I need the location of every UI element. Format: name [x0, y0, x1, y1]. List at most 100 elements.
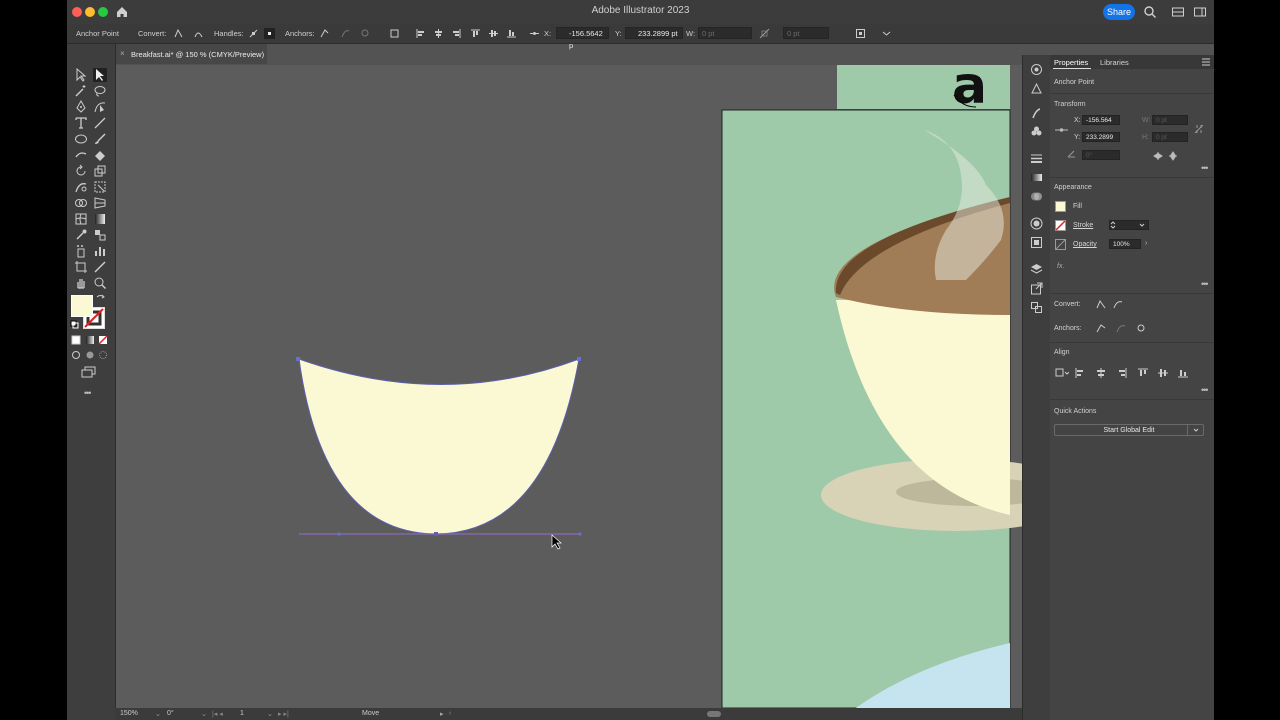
- zoom-dropdown-icon[interactable]: ⌄: [155, 710, 161, 718]
- convert-to-corner-icon[interactable]: [1096, 299, 1106, 309]
- align-right-icon[interactable]: [1117, 368, 1127, 378]
- artboards-panel-icon[interactable]: [1030, 301, 1043, 314]
- align-vertical-center-icon[interactable]: [488, 28, 499, 39]
- stroke-weight-dropdown-icon[interactable]: [1139, 222, 1145, 228]
- selected-bowl-shape[interactable]: [298, 358, 580, 535]
- rotate-tool-icon[interactable]: [74, 164, 88, 178]
- connect-anchors-icon[interactable]: [340, 28, 351, 39]
- none-mode-icon[interactable]: [98, 335, 108, 345]
- hand-tool-icon[interactable]: [74, 276, 88, 290]
- gradient-mode-icon[interactable]: [85, 335, 95, 345]
- shaper-tool-icon[interactable]: [74, 148, 88, 162]
- constrain-proportions-icon[interactable]: [759, 28, 770, 39]
- cut-path-icon[interactable]: [360, 28, 371, 39]
- convert-to-corner-icon[interactable]: [173, 28, 184, 39]
- artboard-number[interactable]: 1: [240, 710, 244, 717]
- fill-swatch[interactable]: [71, 295, 93, 317]
- direct-selection-tool-icon[interactable]: [93, 68, 107, 82]
- symbols-icon[interactable]: [1030, 125, 1043, 138]
- document-tab[interactable]: × Breakfast.ai* @ 150 % (CMYK/Preview): [115, 44, 267, 64]
- align-bottom-icon[interactable]: [1178, 368, 1188, 378]
- stroke-color-swatch[interactable]: [1055, 220, 1066, 231]
- convert-to-smooth-icon[interactable]: [193, 28, 204, 39]
- y-field[interactable]: 233.2899 pt: [625, 27, 683, 39]
- edit-toolbar-icon[interactable]: •••: [84, 388, 92, 398]
- panel-menu-icon[interactable]: [1202, 58, 1210, 66]
- status-menu-icon[interactable]: ▸: [440, 710, 444, 718]
- opacity-field[interactable]: 100%: [1109, 239, 1141, 249]
- default-fill-stroke-icon[interactable]: [70, 320, 79, 329]
- zoom-level[interactable]: 150%: [120, 710, 138, 717]
- first-artboard-icon[interactable]: |◂ ◂: [212, 710, 223, 718]
- mesh-tool-icon[interactable]: [74, 212, 88, 226]
- draw-normal-icon[interactable]: [71, 350, 81, 360]
- workspace-switcher-icon[interactable]: [1193, 5, 1207, 19]
- global-edit-options-dropdown[interactable]: [1187, 424, 1204, 436]
- horizontal-scroll-thumb[interactable]: [707, 711, 721, 717]
- perspective-grid-tool-icon[interactable]: [93, 196, 107, 210]
- connect-anchors-icon[interactable]: [1116, 323, 1126, 333]
- handle-point-right[interactable]: [578, 532, 582, 536]
- tab-properties[interactable]: Properties: [1054, 58, 1088, 67]
- blend-tool-icon[interactable]: [93, 228, 107, 242]
- start-global-edit-button[interactable]: Start Global Edit: [1054, 424, 1204, 436]
- opacity-dropdown-icon[interactable]: ›: [1145, 240, 1147, 247]
- color-mode-icon[interactable]: [71, 335, 81, 345]
- warp-tool-icon[interactable]: [74, 180, 88, 194]
- constrain-proportions-icon[interactable]: [1194, 124, 1204, 134]
- zoom-tool-icon[interactable]: [93, 276, 107, 290]
- more-options-icon[interactable]: [881, 28, 892, 39]
- remove-anchor-icon[interactable]: [319, 28, 330, 39]
- stroke-weight-stepper-icon[interactable]: [1110, 221, 1116, 229]
- eyedropper-tool-icon[interactable]: [74, 228, 88, 242]
- transform-w-field[interactable]: 0 pt: [1152, 115, 1188, 125]
- artboard-letter[interactable]: a: [952, 65, 987, 116]
- artboard-dropdown-icon[interactable]: ⌄: [267, 710, 273, 718]
- draw-behind-icon[interactable]: [85, 350, 95, 360]
- hide-handles-icon[interactable]: [264, 28, 275, 39]
- layers-icon[interactable]: [1030, 263, 1043, 276]
- align-top-icon[interactable]: [470, 28, 481, 39]
- convert-to-smooth-icon[interactable]: [1113, 299, 1123, 309]
- color-guide-icon[interactable]: [1030, 82, 1043, 95]
- lasso-tool-icon[interactable]: [93, 84, 107, 98]
- selection-tool-icon[interactable]: [74, 68, 88, 82]
- column-graph-tool-icon[interactable]: [93, 244, 107, 258]
- shape-builder-tool-icon[interactable]: [74, 196, 88, 210]
- opacity-label[interactable]: Opacity: [1073, 241, 1097, 248]
- show-handles-icon[interactable]: [248, 28, 259, 39]
- rotate-angle-field[interactable]: 0°: [1082, 150, 1120, 160]
- artboard-tool-icon[interactable]: [74, 260, 88, 274]
- swap-fill-stroke-icon[interactable]: [96, 294, 105, 303]
- transform-y-field[interactable]: 233.2899: [1082, 132, 1120, 142]
- draw-inside-icon[interactable]: [98, 350, 108, 360]
- align-horizontal-center-icon[interactable]: [433, 28, 444, 39]
- anchor-point-right[interactable]: [577, 357, 581, 361]
- isolate-object-icon[interactable]: [855, 28, 866, 39]
- reference-point-icon[interactable]: [529, 28, 540, 39]
- line-segment-tool-icon[interactable]: [93, 116, 107, 130]
- align-to-selection-icon[interactable]: [1055, 368, 1069, 378]
- type-tool-icon[interactable]: [74, 116, 88, 130]
- scroll-left-icon[interactable]: ‹: [449, 710, 451, 717]
- pen-tool-icon[interactable]: [74, 100, 88, 114]
- align-bottom-icon[interactable]: [506, 28, 517, 39]
- align-top-icon[interactable]: [1138, 368, 1148, 378]
- fill-color-swatch[interactable]: [1055, 201, 1066, 212]
- stroke-label[interactable]: Stroke: [1073, 222, 1093, 229]
- recolor-icon[interactable]: [1030, 63, 1043, 76]
- flip-horizontal-icon[interactable]: [1153, 151, 1163, 161]
- close-tab-icon[interactable]: ×: [120, 49, 125, 58]
- align-left-icon[interactable]: [415, 28, 426, 39]
- magic-wand-tool-icon[interactable]: [74, 84, 88, 98]
- asset-export-icon[interactable]: [1030, 282, 1043, 295]
- brushes-icon[interactable]: [1030, 107, 1043, 120]
- appearance-more-options-icon[interactable]: •••: [1201, 279, 1209, 289]
- ellipse-tool-icon[interactable]: [74, 132, 88, 146]
- eraser-tool-icon[interactable]: [93, 148, 107, 162]
- appearance-panel-icon[interactable]: [1030, 217, 1043, 230]
- symbol-sprayer-tool-icon[interactable]: [74, 244, 88, 258]
- handle-point-left[interactable]: [337, 532, 341, 536]
- align-right-icon[interactable]: [451, 28, 462, 39]
- share-button[interactable]: Share: [1103, 4, 1135, 20]
